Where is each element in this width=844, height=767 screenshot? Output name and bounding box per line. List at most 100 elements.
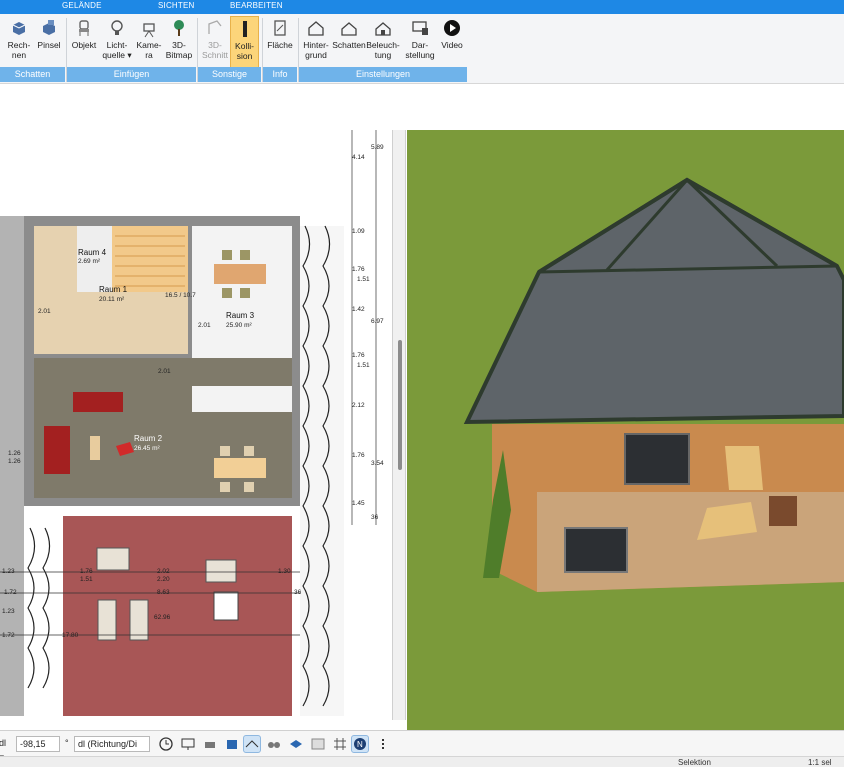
lounge-chair [205,559,237,583]
calculate-icon [12,22,26,35]
3d-schnitt-button[interactable]: 3D- Schnitt [200,16,230,68]
dim-right-7: 6.97 [371,318,384,325]
binocular-icon[interactable] [265,735,283,753]
ribbon-tab-strip: GELÄNDE SICHTEN BEARBEITEN [0,0,844,14]
room-4-area: 2.69 m² [78,258,101,265]
video-label: Video [441,40,463,50]
brush-icon [43,20,55,35]
hintergrund-button[interactable]: Hinter- grund [300,16,332,68]
field-unit: ° [65,738,69,748]
stairs-label: 16.5 / 10.7 [165,292,196,299]
dim-bottom-9: 1.23 [2,608,15,615]
dim-bottom-2: 1.51 [80,576,93,583]
rechnen-button[interactable]: Rech- nen [4,16,34,68]
roof-icon[interactable] [243,735,261,753]
chair-icon [79,20,89,36]
dim-right-8: 1.76 [352,352,365,359]
flaeche-label: Fläche [267,40,293,50]
lightbulb-icon [111,20,123,35]
video-button[interactable]: Video [438,16,466,68]
area-icon [274,20,286,36]
dim-right-9: 1.51 [357,362,370,369]
dim-bottom-3: 2.02 [157,568,170,575]
grid-icon[interactable] [331,735,349,753]
camera-icon [143,23,155,38]
material-icon[interactable] [309,735,327,753]
left-wall-strip [0,216,24,716]
direction-dropdown[interactable]: dl (Richtung/Di [74,736,150,752]
schatten-button[interactable]: Schatten [332,16,366,68]
pinsel-button[interactable]: Pinsel [34,16,64,68]
dim-right-3: 1.09 [352,228,365,235]
splitter-grip[interactable] [398,340,402,470]
side-table [90,436,100,460]
lichtquelle-button[interactable]: Licht- quelle ▾ [101,16,133,68]
3d-house-render [407,130,844,730]
3d-bitmap-button[interactable]: 3D- Bitmap [164,16,194,68]
floor-plan-drawing [0,130,377,716]
group-einfuegen: Einfügen [67,67,196,82]
ribbon-tab-left[interactable] [0,0,30,14]
beleuchtung-button[interactable]: Beleuch- tung [366,16,400,68]
shadow-icon [341,22,357,36]
terrace [63,516,292,716]
room-3-name: Raum 3 [226,311,255,320]
layers-icon[interactable] [287,735,305,753]
kollision-label: Kolli- sion [235,41,254,61]
door [769,496,797,526]
group-einstellungen: Einstellungen [299,67,467,82]
dim-bottom-6: 8.63 [157,589,170,596]
sofa [73,392,123,412]
pinsel-label: Pinsel [37,40,61,50]
dim-right-11: 1.76 [352,452,365,459]
room-1-area: 20.11 m² [99,296,125,303]
3d-view[interactable] [407,130,844,730]
tab-bearbeiten[interactable]: BEARBEITEN [230,1,283,10]
north-icon[interactable]: N [351,735,369,753]
stairs-3d [725,446,763,490]
print-icon[interactable] [201,735,219,753]
flaeche-button[interactable]: Fläche [265,16,295,68]
paint-icon[interactable] [223,735,241,753]
clock-icon[interactable] [157,735,175,753]
beleuchtung-label: Beleuch- tung [366,40,400,60]
dim-left-2: 1.26 [8,458,21,465]
kollision-button[interactable]: Kolli- sion [230,16,259,68]
room-4-name: Raum 4 [78,248,107,257]
status-bar: Selektion 1:1 sel [0,756,844,767]
direction-input[interactable]: -98,15 [16,736,60,752]
more-icon[interactable] [374,735,392,753]
view-splitter[interactable] [392,130,406,720]
floor-plan-view[interactable]: Raum 4 2.69 m² Raum 1 20.11 m² Raum 3 25… [0,130,405,720]
terrace-area: 62.96 [154,614,171,621]
tree-icon [174,20,184,36]
tab-sichten[interactable]: SICHTEN [158,1,195,10]
ribbon: Rech- nen Pinsel Objekt Licht- quelle ▾ … [0,14,844,84]
window-upper [624,433,690,485]
darstellung-button[interactable]: Dar- stellung [403,16,437,68]
field-prefix: dl = [0,738,7,762]
dim-bottom-1: 1.76 [80,568,93,575]
objekt-button[interactable]: Objekt [69,16,99,68]
hintergrund-label: Hinter- grund [303,40,329,60]
kamera-button[interactable]: Kame- ra [134,16,164,68]
kamera-label: Kame- ra [136,40,162,60]
tab-gelaende[interactable]: GELÄNDE [62,1,102,10]
dining-table-top [214,264,266,284]
darstellung-label: Dar- stellung [405,40,435,60]
door-label-2: 2.01 [198,322,211,329]
sunbed-2 [129,599,149,641]
group-sonstige: Sonstige [198,67,261,82]
room-1-name: Raum 1 [99,285,128,294]
video-play-icon [444,20,460,36]
monitor-icon[interactable] [179,735,197,753]
dim-right-4: 1.76 [352,266,365,273]
schatten-label: Schatten [332,40,366,50]
dim-bottom-5: 1.30 [278,568,291,575]
room-2-area: 26.45 m² [134,445,160,452]
dim-right-1: 5.89 [371,144,384,151]
room-3-area: 25.90 m² [226,322,252,329]
dim-bottom-10: 1.72 [2,632,15,639]
door-label-1: 2.01 [38,308,51,315]
dim-right-14: 36 [371,514,379,521]
